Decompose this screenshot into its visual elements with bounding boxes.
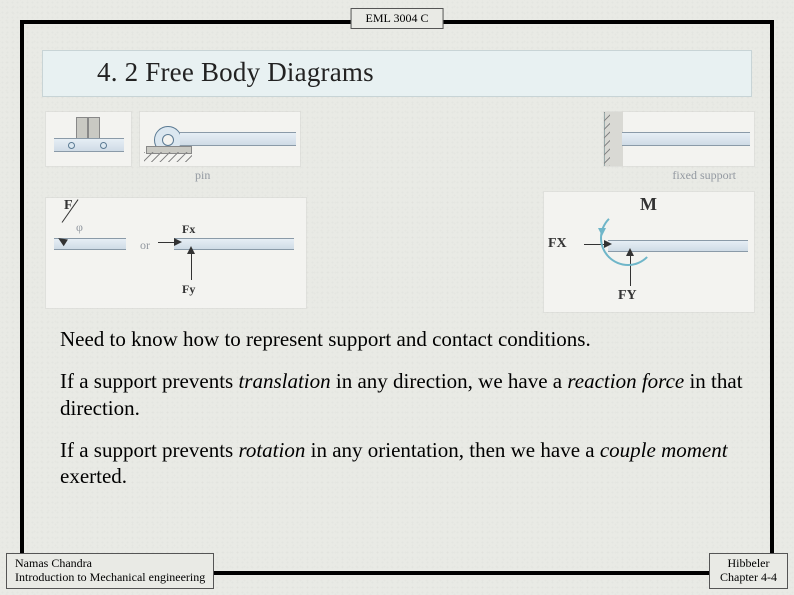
fixed-support-panel: [604, 112, 754, 166]
label-F: F: [64, 198, 73, 214]
diagram-area: pin fixed support F φ or Fx: [40, 112, 754, 317]
footer-book: Hibbeler: [720, 557, 777, 571]
p3-b: rotation: [238, 438, 305, 462]
p3-c: in any orientation, then we have a: [305, 438, 599, 462]
paragraph-3: If a support prevents rotation in any or…: [60, 437, 746, 490]
course-code-box: EML 3004 C: [351, 8, 444, 29]
slide-title-box: 4. 2 Free Body Diagrams: [42, 50, 752, 97]
label-Fy: Fy: [182, 282, 195, 297]
pin-support-right-panel: [140, 112, 300, 166]
fixed-support-label: fixed support: [672, 168, 736, 183]
bolt-icon: [100, 142, 107, 149]
moment-curve-icon: [600, 210, 656, 266]
p2-a: If a support prevents: [60, 369, 238, 393]
fx-arrow-head-icon: [174, 238, 182, 246]
footer-right-box: Hibbeler Chapter 4-4: [709, 553, 788, 589]
p2-c: in any direction, we have a: [331, 369, 568, 393]
fixed-reaction-panel: FX FY M: [544, 192, 754, 312]
label-M: M: [640, 194, 657, 215]
p3-a: If a support prevents: [60, 438, 238, 462]
fy-arrow-head-icon: [187, 246, 195, 254]
paragraph-2: If a support prevents translation in any…: [60, 368, 746, 421]
beam-icon: [54, 138, 124, 152]
pin-hole-icon: [162, 134, 174, 146]
course-code: EML 3004 C: [366, 11, 429, 25]
label-phi: φ: [76, 220, 83, 235]
label-Fx: Fx: [182, 222, 195, 237]
p3-d: couple moment: [600, 438, 728, 462]
slide-title: 4. 2 Free Body Diagrams: [97, 57, 374, 87]
p3-e: exerted.: [60, 464, 127, 488]
label-or: or: [140, 238, 150, 253]
beam-icon: [180, 132, 296, 146]
label-FY: FY: [618, 288, 637, 304]
pin-reaction-panel: F φ or Fx Fy: [46, 198, 306, 308]
footer-left-box: Namas Chandra Introduction to Mechanical…: [6, 553, 214, 589]
p2-b: translation: [238, 369, 330, 393]
p1-text: Need to know how to represent support an…: [60, 327, 591, 351]
slide-page: EML 3004 C 4. 2 Free Body Diagrams pin: [0, 0, 794, 595]
footer-chapter: Chapter 4-4: [720, 571, 777, 585]
p2-d: reaction force: [567, 369, 684, 393]
wall-hatch-icon: [604, 112, 610, 166]
footer-author: Namas Chandra: [15, 557, 205, 571]
bolt-icon: [68, 142, 75, 149]
fy-arrow-line: [191, 252, 192, 280]
beam-icon: [622, 132, 750, 146]
footer-course: Introduction to Mechanical engineering: [15, 571, 205, 585]
ground-hatch-icon: [144, 152, 192, 162]
pin-support-left-panel: [46, 112, 131, 166]
body-text: Need to know how to represent support an…: [60, 326, 746, 505]
paragraph-1: Need to know how to represent support an…: [60, 326, 600, 352]
pin-label: pin: [195, 168, 210, 183]
label-FX: FX: [548, 236, 567, 252]
moment-arrow-head-icon: [598, 228, 606, 236]
